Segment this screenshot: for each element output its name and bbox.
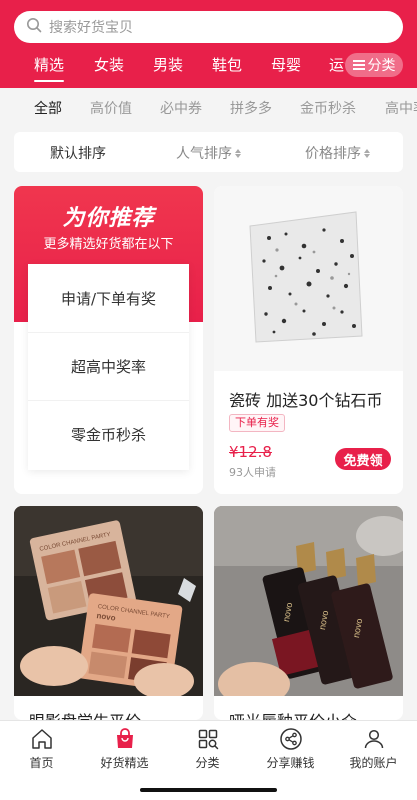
product-price: ¥12.8 xyxy=(229,443,272,461)
free-claim-button[interactable]: 免费领 xyxy=(335,448,391,470)
search-placeholder: 搜索好货宝贝 xyxy=(49,20,133,36)
filter-pinduoduo[interactable]: 拼多多 xyxy=(230,98,272,118)
product-image-lipgloss: novo novo novo xyxy=(214,506,403,696)
recommend-item-reward[interactable]: 申请/下单有奖 xyxy=(28,264,189,332)
product-card-lipgloss[interactable]: novo novo novo 哑光唇釉平价小众 xyxy=(214,506,403,720)
recommend-list: 申请/下单有奖 超高中奖率 零金币秒杀 xyxy=(28,264,189,470)
home-indicator xyxy=(140,788,277,792)
top-header: 搜索好货宝贝 精选 女装 男装 鞋包 母婴 运动 分类 xyxy=(0,0,417,88)
search-bar[interactable]: 搜索好货宝贝 xyxy=(14,11,403,43)
tab-featured[interactable]: 精选 xyxy=(34,54,65,82)
tab-women[interactable]: 女装 xyxy=(94,54,124,75)
recommend-item-zero-coin[interactable]: 零金币秒杀 xyxy=(28,400,189,468)
sort-default[interactable]: 默认排序 xyxy=(50,143,106,163)
product-applicants: 93人申请 xyxy=(229,466,276,479)
nav-account[interactable]: 我的账户 xyxy=(332,727,415,771)
nav-home[interactable]: 首页 xyxy=(0,727,83,771)
shopping-bag-icon xyxy=(116,728,133,748)
sort-popularity[interactable]: 人气排序 xyxy=(176,143,241,163)
tab-baby[interactable]: 母婴 xyxy=(271,54,301,75)
nav-account-label: 我的账户 xyxy=(349,756,398,770)
nav-home-label: 首页 xyxy=(29,756,54,770)
sort-arrows-icon xyxy=(235,148,241,158)
home-icon xyxy=(31,729,52,749)
recommend-title: 为你推荐 xyxy=(62,206,155,231)
nav-picks[interactable]: 好货精选 xyxy=(83,727,166,771)
recommend-item-high-rate[interactable]: 超高中奖率 xyxy=(28,332,189,400)
nav-share-earn-label: 分享赚钱 xyxy=(266,756,315,770)
sort-arrows-icon xyxy=(364,148,370,158)
nav-category[interactable]: 分类 xyxy=(166,727,249,771)
filter-all[interactable]: 全部 xyxy=(34,98,62,118)
filter-high-rate[interactable]: 高中率 xyxy=(385,98,417,118)
product-title: 眼影盘学生平价 xyxy=(29,708,141,720)
search-icon xyxy=(26,17,42,37)
sort-default-label: 默认排序 xyxy=(50,146,106,162)
tab-men[interactable]: 男装 xyxy=(153,54,183,75)
filter-high-value[interactable]: 高价值 xyxy=(90,98,132,118)
nav-picks-label: 好货精选 xyxy=(100,756,149,770)
grid-search-icon xyxy=(198,729,218,750)
category-menu-button[interactable]: 分类 xyxy=(345,53,403,77)
product-image-tile xyxy=(214,186,403,371)
tab-shoes-bags[interactable]: 鞋包 xyxy=(212,54,242,75)
product-card-eyeshadow[interactable]: COLOR CHANNEL PARTY COLOR CHANNEL PARTY … xyxy=(14,506,203,720)
product-image-eyeshadow: COLOR CHANNEL PARTY COLOR CHANNEL PARTY … xyxy=(14,506,203,696)
category-menu-label: 分类 xyxy=(367,58,396,74)
nav-category-label: 分类 xyxy=(195,756,220,770)
filter-tabs: 全部 高价值 必中券 拼多多 金币秒杀 高中率 xyxy=(0,88,417,128)
category-tabs: 精选 女装 男装 鞋包 母婴 运动 分类 xyxy=(0,50,417,86)
tab-sports[interactable]: 运动 xyxy=(329,54,345,75)
sort-bar: 默认排序 人气排序 价格排序 xyxy=(14,132,403,172)
nav-share-earn[interactable]: 分享赚钱 xyxy=(249,727,332,771)
filter-guaranteed-coupon[interactable]: 必中券 xyxy=(160,98,202,118)
filter-coin-flash[interactable]: 金币秒杀 xyxy=(300,98,356,118)
sort-price-label: 价格排序 xyxy=(305,146,361,162)
product-title: 哑光唇釉平价小众 xyxy=(229,708,357,720)
product-card-tile[interactable]: 瓷砖 加送30个钻石币 下单有奖 ¥12.8 93人申请 免费领 xyxy=(214,186,403,494)
sort-price[interactable]: 价格排序 xyxy=(305,143,370,163)
sort-popularity-label: 人气排序 xyxy=(176,146,232,162)
recommend-card: 为你推荐 更多精选好货都在以下 申请/下单有奖 超高中奖率 零金币秒杀 xyxy=(14,186,203,494)
product-title: 瓷砖 加送30个钻石币 xyxy=(229,391,383,410)
user-icon xyxy=(364,729,383,749)
product-tag: 下单有奖 xyxy=(229,414,285,432)
recommend-subtitle: 更多精选好货都在以下 xyxy=(43,237,174,252)
menu-icon xyxy=(352,60,365,70)
share-icon xyxy=(279,728,302,750)
